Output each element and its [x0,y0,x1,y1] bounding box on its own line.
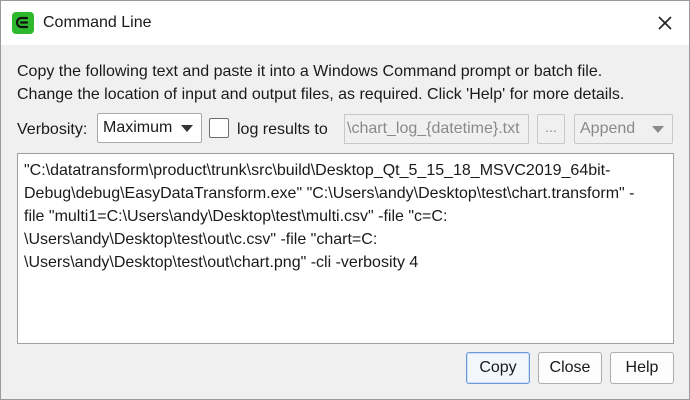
instructions-line-2: Change the location of input and output … [17,86,625,103]
command-line-1: "C:\datatransform\product\trunk\src\buil… [24,162,611,179]
log-results-checkbox[interactable] [209,118,229,138]
verbosity-label: Verbosity: [17,121,88,138]
copy-button[interactable]: Copy [466,352,530,384]
close-icon[interactable] [653,11,677,35]
instructions-line-1: Copy the following text and paste it int… [17,63,603,80]
log-results-label: log results to [237,121,328,138]
command-text-area[interactable]: "C:\datatransform\product\trunk\src\buil… [17,153,674,344]
window-title: Command Line [43,14,152,31]
command-line-4: \Users\andy\Desktop\test\out\c.csv" -fil… [24,231,378,248]
chevron-down-icon [652,126,664,133]
log-file-input[interactable]: \chart_log_{datetime}.txt [344,114,529,144]
app-logo-icon [12,12,34,34]
command-line-dialog: Command Line Copy the following text and… [0,0,690,400]
command-line-3: file "multi1=C:\Users\andy\Desktop\test\… [24,208,448,225]
chevron-down-icon [181,125,193,132]
close-button[interactable]: Close [538,352,602,384]
instructions-text: Copy the following text and paste it int… [17,60,677,106]
browse-button[interactable]: ... [537,114,565,144]
verbosity-value: Maximum [103,119,173,136]
command-line-5: \Users\andy\Desktop\test\out\chart.png" … [24,254,419,271]
help-button[interactable]: Help [610,352,674,384]
log-file-value: \chart_log_{datetime}.txt [347,120,520,137]
command-line-2: Debug\debug\EasyDataTransform.exe" "C:\U… [24,185,635,202]
log-mode-select[interactable]: Append [574,114,673,144]
log-mode-value: Append [580,120,636,137]
verbosity-select[interactable]: Maximum [97,113,202,143]
title-bar: Command Line [1,1,689,45]
